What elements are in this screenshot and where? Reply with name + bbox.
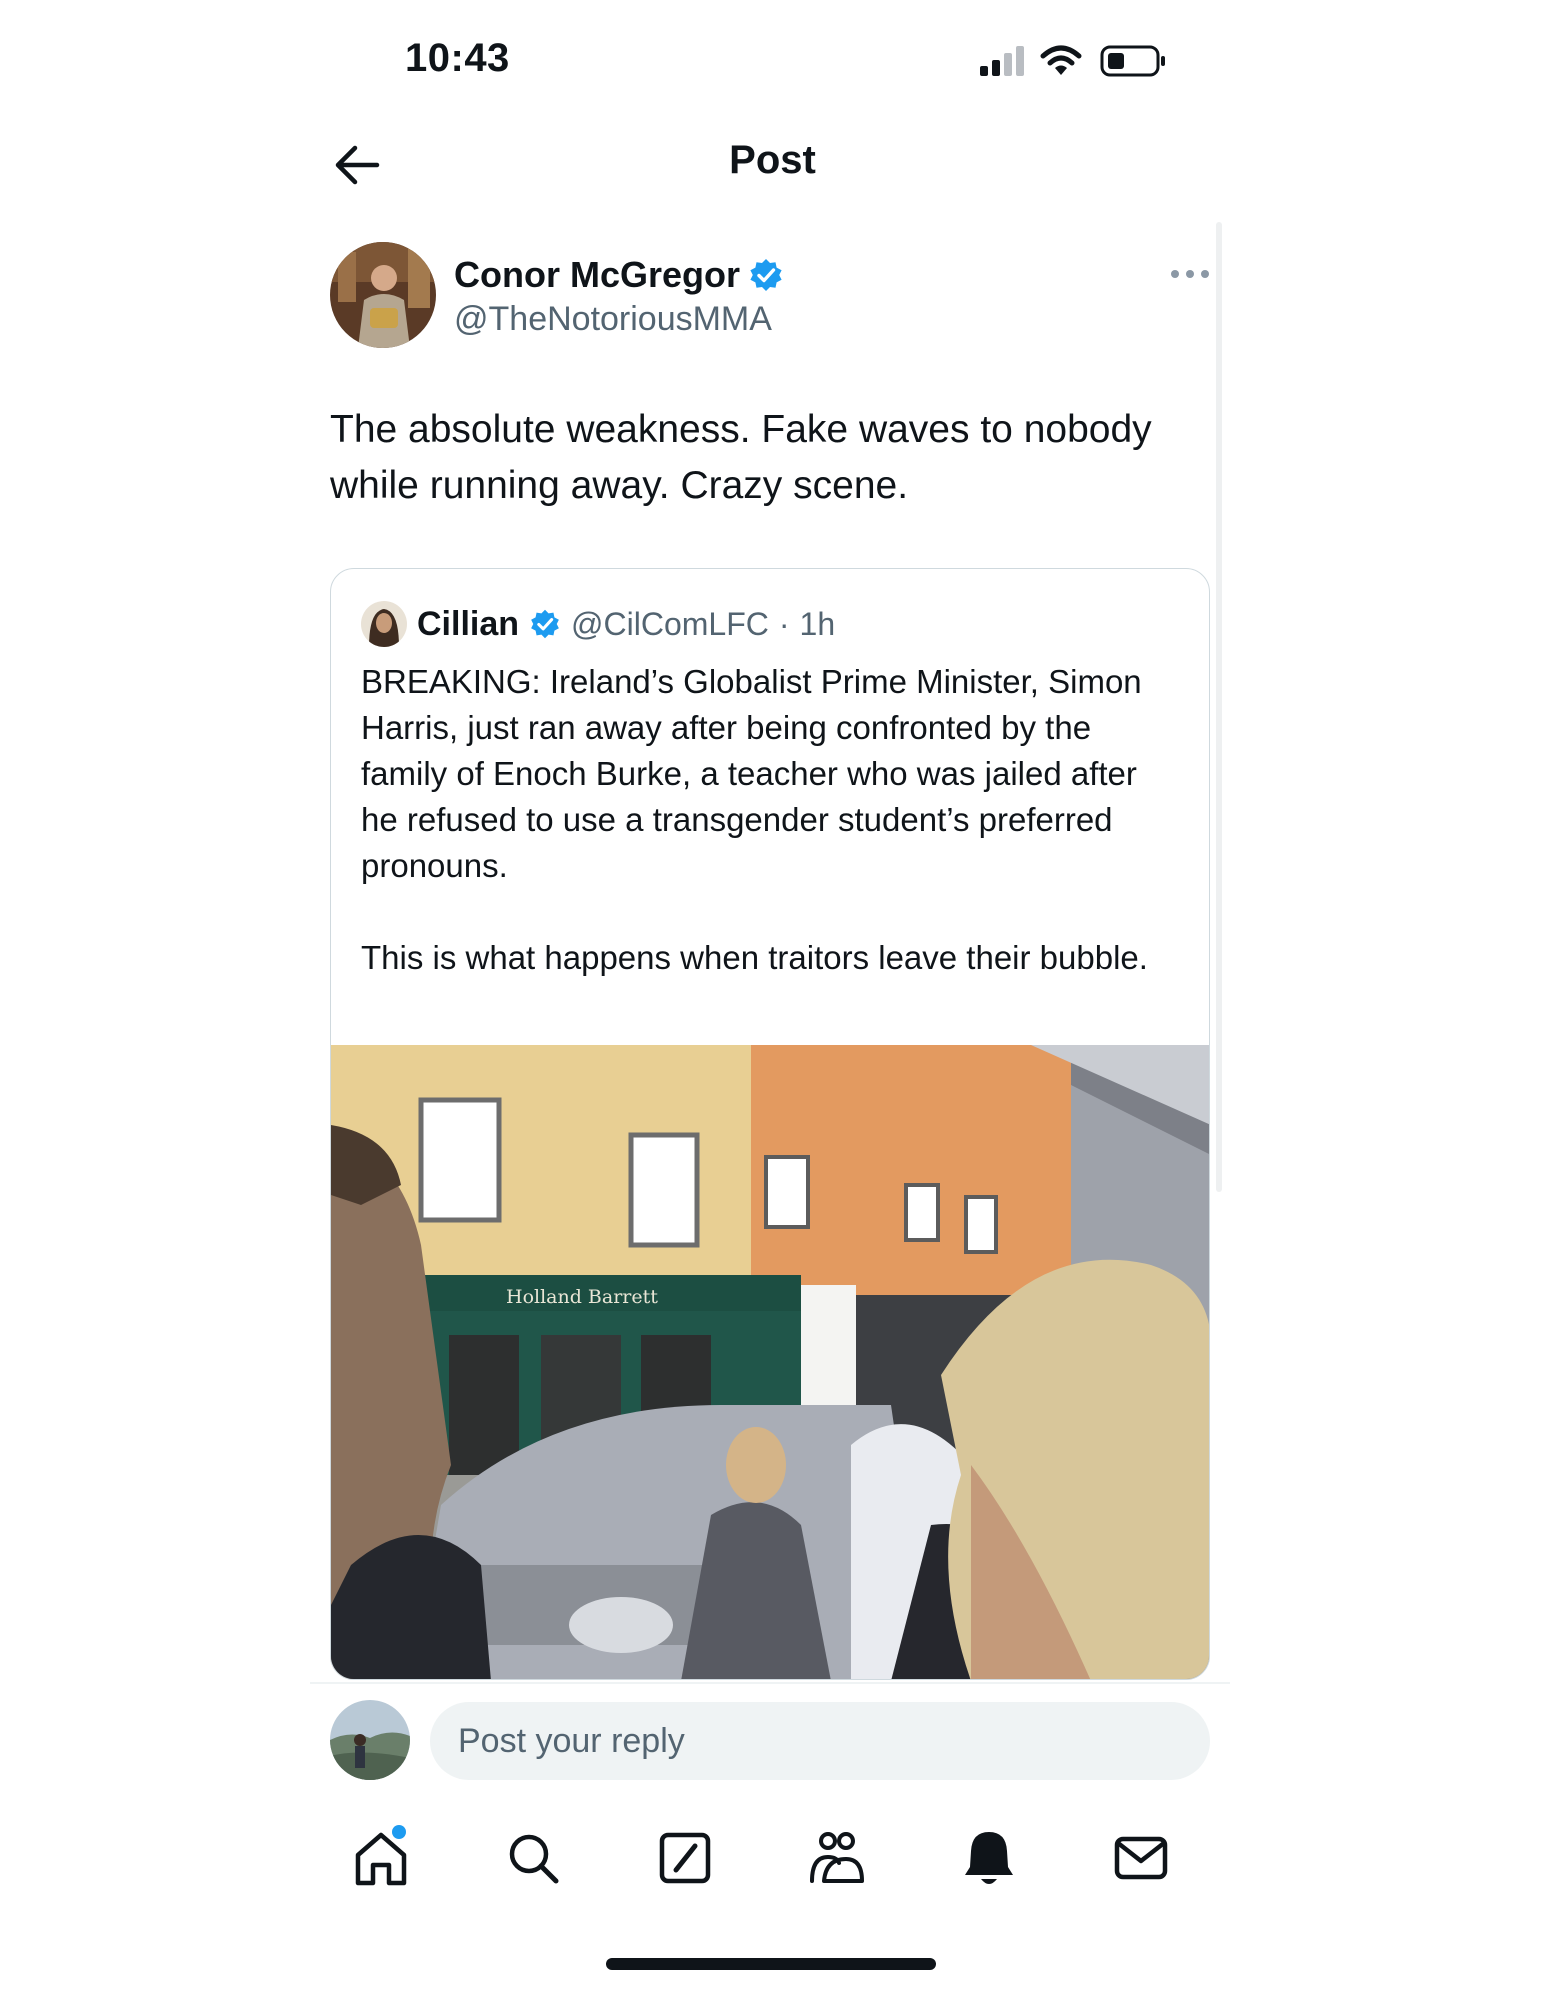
quote-paragraph: BREAKING: Ireland’s Globalist Prime Mini… xyxy=(361,663,1142,884)
reply-input[interactable] xyxy=(430,1702,1210,1780)
quote-separator: · xyxy=(778,605,790,642)
quote-avatar-image xyxy=(361,601,407,647)
tab-grok[interactable] xyxy=(650,1823,720,1893)
post-text: The absolute weakness. Fake waves to nob… xyxy=(330,408,1152,507)
wifi-icon xyxy=(1040,45,1082,75)
tab-communities[interactable] xyxy=(802,1823,872,1893)
post-author: Conor McGregor @TheNotoriousMMA xyxy=(330,242,1210,352)
more-options-icon[interactable] xyxy=(1168,264,1212,284)
bottom-tab-bar xyxy=(0,1815,1545,1905)
quote-timestamp: 1h xyxy=(799,605,836,642)
tab-notifications[interactable] xyxy=(954,1823,1024,1893)
cellular-signal-icon xyxy=(980,46,1024,76)
status-time: 10:43 xyxy=(405,36,510,80)
notification-dot xyxy=(392,1825,406,1839)
home-indicator[interactable] xyxy=(606,1958,936,1970)
quote-video[interactable]: Holland Barrett xyxy=(331,1045,1209,1679)
author-name[interactable]: Conor McGregor xyxy=(454,254,740,296)
quote-paragraph: This is what happens when traitors leave… xyxy=(361,939,1148,976)
avatar[interactable] xyxy=(330,1700,410,1780)
status-bar: 10:43 xyxy=(0,0,1545,120)
user-avatar-image xyxy=(330,1700,410,1780)
author-avatar-image xyxy=(330,242,436,348)
communities-icon xyxy=(810,1832,864,1883)
verified-badge-icon xyxy=(531,609,559,639)
quote-text: BREAKING: Ireland’s Globalist Prime Mini… xyxy=(361,659,1181,1027)
notifications-bell-icon xyxy=(965,1832,1013,1884)
scrollbar[interactable] xyxy=(1216,222,1222,1192)
tab-search[interactable] xyxy=(498,1823,568,1893)
quote-avatar[interactable] xyxy=(361,601,407,647)
author-handle[interactable]: @TheNotoriousMMA xyxy=(454,300,772,339)
divider xyxy=(310,1682,1230,1684)
header: Post xyxy=(0,120,1545,210)
battery-icon xyxy=(1100,45,1165,77)
quoted-post[interactable]: Cillian @CilComLFC · 1h BREAKING: Irelan… xyxy=(330,568,1210,1680)
grok-icon xyxy=(659,1832,711,1884)
page-title: Post xyxy=(729,138,816,182)
avatar[interactable] xyxy=(330,242,436,348)
storefront-sign: Holland Barrett xyxy=(506,1286,658,1308)
street-scene-image: Holland Barrett xyxy=(331,1045,1209,1679)
quote-author-handle[interactable]: @CilComLFC xyxy=(571,606,769,643)
messages-mail-icon xyxy=(1114,1836,1168,1880)
search-icon xyxy=(509,1834,559,1884)
verified-badge-icon xyxy=(750,259,782,291)
tab-messages[interactable] xyxy=(1106,1823,1176,1893)
tab-home[interactable] xyxy=(346,1823,416,1893)
reply-bar xyxy=(330,1700,1210,1782)
quote-author-name[interactable]: Cillian xyxy=(417,605,519,644)
